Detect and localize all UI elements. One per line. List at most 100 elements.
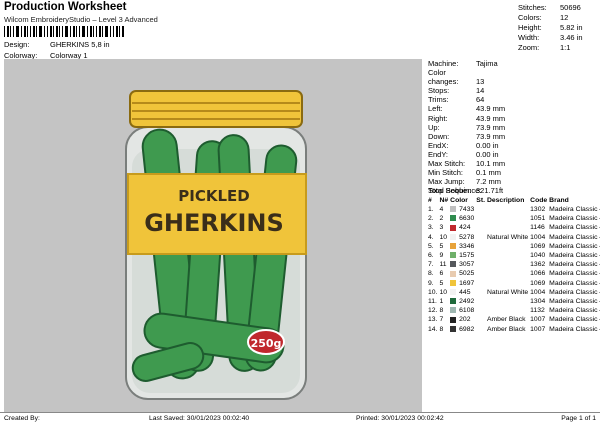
row-brand: Madeira Classic 40 <box>549 297 600 305</box>
stat-label: Height: <box>518 23 542 32</box>
row-color: 424 <box>450 223 476 232</box>
row-brand: Madeira Classic 40 <box>549 224 600 232</box>
info-label: Min Stitch: <box>428 168 464 178</box>
row-stitches <box>476 260 487 269</box>
row-code: 1069 <box>530 279 546 287</box>
row-stitches <box>476 297 487 306</box>
table-row: 3. 3 424 1146 Madeira Classic 40 <box>428 223 600 232</box>
info-row: Down: 73.9 mm <box>428 132 505 141</box>
barcode-bar <box>27 26 28 37</box>
color-swatch <box>450 243 457 250</box>
info-label: EndY: <box>428 149 449 159</box>
stat-value: 5.82 in <box>560 23 583 32</box>
info-value: 10.1 mm <box>476 159 506 169</box>
row-description <box>487 269 530 278</box>
footer-printed: Printed: 30/01/2023 00:02:42 <box>356 415 444 422</box>
table-row: 11.1 2492 1304Madeira Classic 40 <box>428 297 600 306</box>
row-brand: Madeira Classic 40 <box>549 279 600 287</box>
color-swatch <box>450 298 457 305</box>
info-value: 7.2 mm <box>476 177 502 187</box>
barcode-bar <box>47 26 48 37</box>
table-row: 4. 10 5278 Natural White 1004 Madeira Classic… <box>428 233 600 242</box>
row-code: 1004 <box>530 233 546 241</box>
row-stitches <box>476 214 487 223</box>
stat-label: Zoom: <box>518 43 540 52</box>
row-brand: Madeira Classic 40 <box>549 261 600 269</box>
row-code: 1066 <box>530 270 546 278</box>
footer-saved: Last Saved: 30/01/2023 00:02:40 <box>149 415 250 422</box>
barcode-bar <box>53 26 54 37</box>
row-number: 6. <box>428 252 434 260</box>
row-description <box>487 297 530 306</box>
row-description <box>487 214 530 223</box>
info-label: Max Jump: <box>428 177 465 187</box>
color-number: 1697 <box>459 279 475 287</box>
info-row: Up: 73.9 mm <box>428 123 505 132</box>
row-description <box>487 242 530 251</box>
row-color: 1575 <box>450 251 476 260</box>
table-row: 13.7 202 Amber Black 1007Madeira Classic 40 <box>428 315 600 324</box>
table-row: 7. 11 3057 1362Madeira Classic 40 <box>428 260 600 269</box>
color-number: 3346 <box>459 242 475 250</box>
barcode-bar <box>65 26 68 37</box>
row-stitches <box>476 315 487 324</box>
row-code: 1007 <box>530 316 546 324</box>
row-needle: 1 <box>439 297 444 305</box>
color-swatch <box>450 224 457 231</box>
info-value: 0.1 mm <box>476 168 502 178</box>
row-needle: 10 <box>439 288 448 296</box>
design-preview: PICKLED GHERKINS 250g <box>4 59 422 412</box>
barcode-bar <box>44 26 45 37</box>
info-value: 43.9 mm <box>476 104 506 114</box>
color-number: 202 <box>459 316 471 324</box>
row-number: 9. <box>428 279 434 287</box>
row-color: 202 <box>450 315 476 324</box>
barcode-bar <box>50 26 52 37</box>
barcode-bar <box>102 26 103 37</box>
color-swatch <box>450 233 457 240</box>
info-row: Trims: 64 <box>428 95 505 104</box>
row-description <box>487 260 530 269</box>
row-code: 1040 <box>530 252 546 260</box>
row-description <box>487 306 530 315</box>
barcode-bar <box>90 26 92 37</box>
color-swatch <box>450 206 457 213</box>
sequence-header-4: Description <box>486 197 525 204</box>
row-number: 4. <box>428 233 434 241</box>
jar-lid <box>129 90 303 128</box>
footer-page: Page 1 of 1 <box>561 415 596 422</box>
row-description <box>487 251 530 260</box>
barcode-bar <box>59 26 60 37</box>
design-label: Design: <box>4 40 30 49</box>
row-color: 7433 <box>450 205 476 214</box>
info-value: 73.9 mm <box>476 131 506 141</box>
info-label: Max Stitch: <box>428 159 466 169</box>
stat-row: Width: 3.46 in <box>518 33 583 43</box>
row-code: 1132 <box>530 307 545 315</box>
sequence-header-6: Brand <box>549 197 569 204</box>
row-color: 3057 <box>450 260 476 269</box>
stat-label: Stitches: <box>518 3 547 12</box>
table-row: 1. 4 7433 1302Madeira Classic 40 <box>428 205 600 214</box>
color-number: 2492 <box>459 297 475 305</box>
row-needle: 4 <box>439 206 444 214</box>
table-row: 8. 6 5025 1066Madeira Classic 40 <box>428 269 600 278</box>
sequence-header-row: # N# Color St. Description Code Brand <box>428 196 600 205</box>
row-brand: Madeira Classic 40 <box>549 233 600 241</box>
info-value: 0.00 in <box>476 140 499 150</box>
row-code: 1069 <box>530 242 546 250</box>
barcode-bar <box>13 26 14 37</box>
barcode-bar <box>96 26 97 37</box>
table-row: 5. 5 3346 1069Madeira Classic 40 <box>428 242 600 251</box>
color-number: 3057 <box>459 261 475 269</box>
row-color: 6630 <box>450 214 476 223</box>
table-row: 10. 10 445 Natural White 1004 Madeira Classic… <box>428 288 600 297</box>
row-description <box>487 223 530 232</box>
barcode-bar <box>116 26 118 37</box>
barcode-bar <box>21 26 22 37</box>
row-number: 14. <box>428 325 438 333</box>
table-row: 2. 2 6630 1051Madeira Classic 40 <box>428 214 600 223</box>
row-number: 8. <box>428 270 434 278</box>
info-label: Machine: <box>428 59 459 68</box>
stat-label: Colors: <box>518 13 542 22</box>
